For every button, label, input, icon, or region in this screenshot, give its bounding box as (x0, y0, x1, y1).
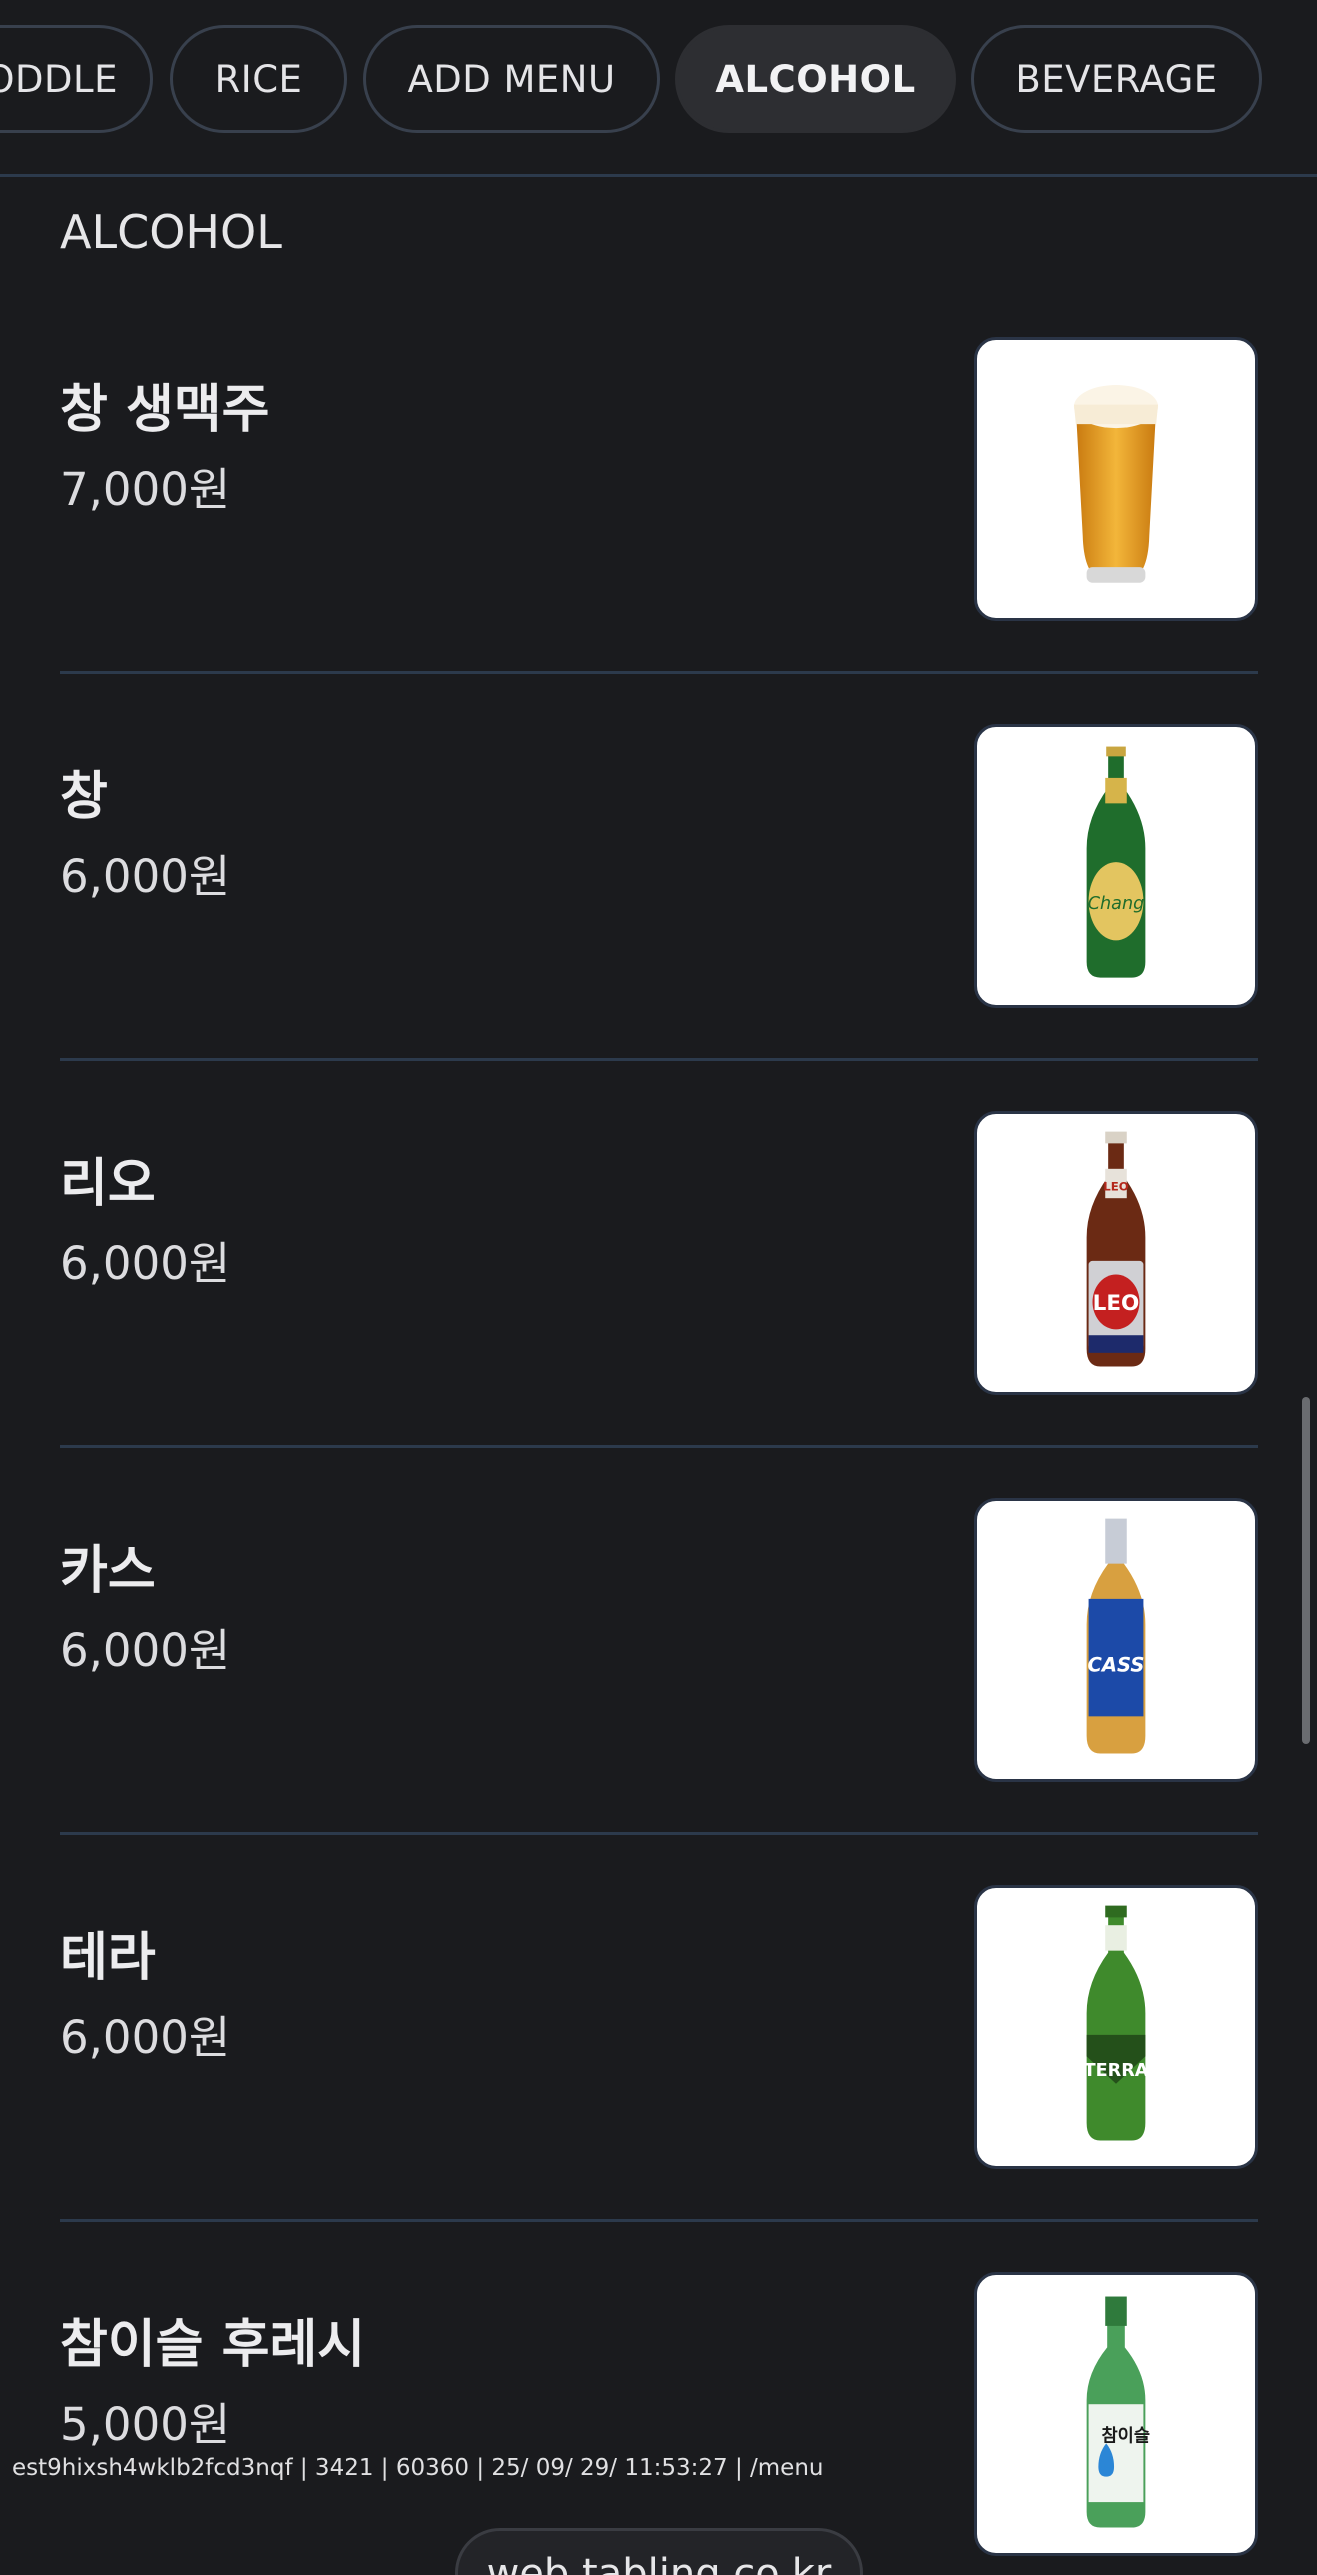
menu-item-name: 창 생맥주 (60, 380, 270, 440)
menu-item-price: 5,000원 (60, 2398, 231, 2451)
tab-alcohol[interactable]: ALCOHOL (675, 25, 956, 133)
tab-noodle[interactable]: ODDLE (0, 25, 153, 133)
svg-text:LEO: LEO (1093, 1291, 1140, 1316)
menu-item-image[interactable]: Chang (974, 724, 1258, 1008)
menu-page: ODDLE RICE ADD MENU ALCOHOL BEVERAGE ALC… (0, 0, 1317, 2575)
menu-item[interactable]: 리오 6,000원 LEO LEO (60, 1111, 1258, 1498)
menu-item-name: 리오 (60, 1154, 156, 1214)
svg-text:Chang: Chang (1088, 894, 1145, 914)
menu-item[interactable]: 창 생맥주 7,000원 (60, 337, 1258, 724)
menu-item[interactable]: 테라 6,000원 TERRA (60, 1885, 1258, 2272)
menu-item-price: 6,000원 (60, 2011, 231, 2064)
item-divider (60, 1058, 1258, 1061)
svg-text:TERRA: TERRA (1084, 2061, 1149, 2081)
soju-bottle-icon: 참이슬 (1086, 2296, 1150, 2528)
menu-item-image[interactable] (974, 337, 1258, 621)
menu-item-price: 6,000원 (60, 850, 231, 903)
url-text: web.tabling.co.kr (486, 2551, 832, 2575)
beer-glass-icon (1073, 385, 1159, 583)
menu-item-price: 6,000원 (60, 1237, 231, 1290)
tab-rice[interactable]: RICE (170, 25, 347, 133)
menu-item-name: 카스 (60, 1541, 156, 1601)
chang-bottle-icon: Chang (1086, 746, 1146, 978)
menu-item-image[interactable]: 참이슬 (974, 2272, 1258, 2556)
session-debug-info: est9hixsh4wklb2fcd3nqf | 3421 | 60360 | … (12, 2455, 824, 2481)
menu-item[interactable]: 카스 6,000원 CASS (60, 1498, 1258, 1885)
scrollbar-thumb[interactable] (1302, 1397, 1310, 1744)
terra-bottle-icon: TERRA (1084, 1905, 1149, 2141)
svg-text:CASS: CASS (1088, 1653, 1145, 1676)
menu-item-name: 참이슬 후레시 (60, 2315, 366, 2375)
menu-item-image[interactable]: TERRA (974, 1885, 1258, 2169)
category-tab-bar[interactable]: ODDLE RICE ADD MENU ALCOHOL BEVERAGE (0, 0, 1317, 177)
tab-label: ODDLE (0, 57, 118, 101)
tab-label: BEVERAGE (1015, 57, 1218, 101)
tab-add-menu[interactable]: ADD MENU (363, 25, 660, 133)
menu-item-image[interactable]: CASS (974, 1498, 1258, 1782)
menu-item-price: 6,000원 (60, 1624, 231, 1677)
item-divider (60, 1832, 1258, 1835)
item-divider (60, 2219, 1258, 2222)
menu-item-name: 창 (60, 767, 108, 827)
svg-text:LEO: LEO (1103, 1179, 1128, 1193)
tab-label: RICE (214, 57, 303, 101)
menu-item-name: 테라 (60, 1928, 156, 1988)
tab-beverage[interactable]: BEVERAGE (971, 25, 1262, 133)
menu-item-price: 7,000원 (60, 463, 231, 516)
url-pill[interactable]: web.tabling.co.kr (455, 2528, 863, 2575)
item-divider (60, 671, 1258, 674)
svg-text:참이슬: 참이슬 (1101, 2425, 1150, 2446)
leo-bottle-icon: LEO LEO (1086, 1131, 1146, 1367)
tab-label: ADD MENU (407, 57, 616, 101)
item-divider (60, 1445, 1258, 1448)
cass-bottle-icon: CASS (1086, 1518, 1146, 1754)
menu-item-image[interactable]: LEO LEO (974, 1111, 1258, 1395)
section-title: ALCOHOL (60, 205, 282, 259)
menu-item[interactable]: 창 6,000원 Chang (60, 724, 1258, 1111)
tab-label: ALCOHOL (715, 57, 916, 101)
